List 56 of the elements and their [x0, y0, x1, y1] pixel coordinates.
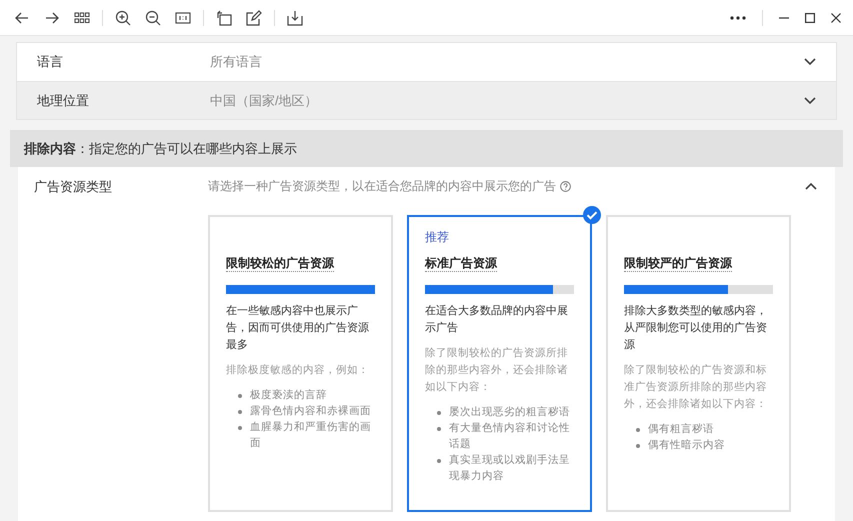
bullet-text: 露骨色情内容和赤裸画面 [250, 404, 371, 419]
settings-row[interactable]: 语言 所有语言 [17, 43, 836, 81]
section-title: 排除内容：指定您的广告可以在哪些内容上展示 [24, 140, 297, 158]
bullet-icon [636, 444, 640, 448]
bullet-icon [238, 410, 242, 414]
setting-value: 中国（国家/地区） [210, 92, 319, 110]
card-description: 排除大多数类型的敏感内容，从严限制您可以使用的广告资源 [624, 304, 768, 353]
field-label: 广告资源类型 [34, 178, 113, 196]
actual-size-icon[interactable] [175, 10, 191, 26]
help-icon[interactable] [560, 180, 571, 192]
zoom-out-icon[interactable] [145, 10, 161, 26]
rotate-icon[interactable] [216, 10, 232, 26]
card-detail: 除了限制较松的广告资源所排除的那些内容外，还会排除诸如以下内容： [425, 346, 569, 395]
bullet-icon [238, 394, 242, 398]
inventory-option-card[interactable]: 限制较松的广告资源 在一些敏感内容中也展示广告，因而可供使用的广告资源最多 排除极度敏感的内容，例如： 极度亵渎的言辞 露骨色情内容和赤裸画面 血腥暴力和严重伤害的画面 [208, 215, 393, 512]
grid-icon[interactable] [74, 10, 90, 26]
bullet-icon [437, 459, 441, 463]
bullet-icon [636, 428, 640, 432]
zoom-in-icon[interactable] [115, 10, 131, 26]
edit-icon[interactable] [246, 10, 262, 26]
card-description: 在一些敏感内容中也展示广告，因而可供使用的广告资源最多 [226, 304, 370, 353]
chevron-icon[interactable] [805, 182, 817, 190]
bullet-text: 偶有粗言秽语 [648, 422, 714, 437]
card-description: 在适合大多数品牌的内容中展示广告 [425, 304, 569, 336]
back-icon[interactable] [14, 10, 30, 26]
chevron-icon[interactable] [804, 96, 816, 104]
card-title: 标准广告资源 [425, 256, 497, 272]
maximize-icon[interactable] [805, 12, 815, 22]
setting-label: 语言 [37, 53, 64, 72]
inventory-option-card[interactable]: 限制较严的广告资源 排除大多数类型的敏感内容，从严限制您可以使用的广告资源 除了限制较松的广告资源和标准广告资源所排除的那些内容外，还会排除诸如以下内容： 偶有粗言秽语 偶有性暗示内容 [606, 215, 791, 512]
bullet-text: 真实呈现或以戏剧手法呈现暴力内容 [449, 453, 571, 484]
recommended-tag: 推荐 [425, 229, 574, 245]
bullet-text: 血腥暴力和严重伤害的画面 [250, 420, 372, 451]
card-title: 限制较严的广告资源 [624, 256, 732, 272]
hint-text: 请选择一种广告资源类型，以在适合您品牌的内容中展示您的广告 [208, 178, 556, 195]
minimize-icon[interactable] [779, 16, 789, 18]
download-icon[interactable] [287, 10, 303, 26]
bullet-icon [437, 411, 441, 415]
more-icon[interactable] [730, 16, 746, 20]
bullet-text: 屡次出现恶劣的粗言秽语 [449, 405, 570, 420]
bullet-text: 有大量色情内容和讨论性话题 [449, 421, 571, 452]
forward-icon[interactable] [44, 10, 60, 26]
inventory-option-card[interactable]: 推荐 标准广告资源 在适合大多数品牌的内容中展示广告 除了限制较松的广告资源所排除的那些内容外，还会排除诸如以下内容： 屡次出现恶劣的粗言秽语 有大量色情内容和讨论性话题 真实呈现或以戏剧手法呈现暴力内容 [407, 215, 592, 512]
bullet-icon [238, 426, 242, 430]
settings-row[interactable]: 地理位置 中国（国家/地区） [17, 81, 836, 119]
bullet-text: 极度亵渎的言辞 [250, 388, 327, 403]
card-detail: 排除极度敏感的内容，例如： [226, 363, 370, 378]
bullet-text: 偶有性暗示内容 [648, 438, 725, 453]
bullet-icon [437, 427, 441, 431]
setting-value: 所有语言 [210, 53, 263, 72]
card-title: 限制较松的广告资源 [226, 256, 334, 272]
chevron-icon[interactable] [804, 58, 816, 66]
setting-label: 地理位置 [37, 92, 90, 110]
checkmark-icon [583, 206, 601, 224]
close-icon[interactable] [831, 12, 841, 22]
card-detail: 除了限制较松的广告资源和标准广告资源所排除的那些内容外，还会排除诸如以下内容： [624, 363, 768, 412]
